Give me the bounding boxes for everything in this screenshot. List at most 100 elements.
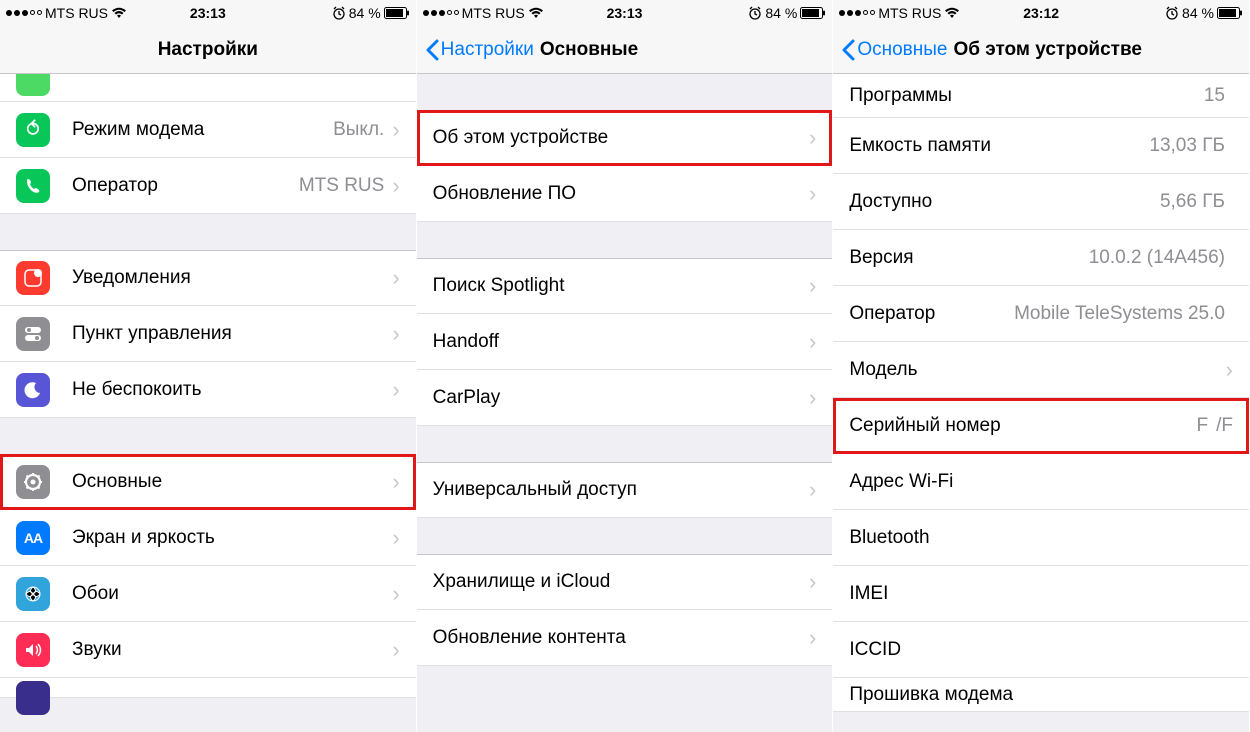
battery-icon [384,7,410,19]
page-title: Основные [540,39,638,61]
row-carrier[interactable]: Оператор Mobile TeleSystems 25.0 [833,286,1249,342]
chevron-right-icon: › [392,175,399,197]
carrier-label: MTS RUS [45,5,108,21]
row-apps[interactable]: Программы 15 [833,74,1249,118]
row-label: Оператор [849,303,1014,325]
chevron-right-icon: › [392,119,399,141]
status-time: 23:12 [1023,5,1059,21]
row-display[interactable]: AA Экран и яркость › [0,510,416,566]
row-label: Уведомления [72,267,392,289]
group-separator [0,214,416,250]
group-separator [417,426,833,462]
about-list[interactable]: Программы 15 Емкость памяти 13,03 ГБ Дос… [833,74,1249,732]
chevron-right-icon: › [392,639,399,661]
row-capacity[interactable]: Емкость памяти 13,03 ГБ [833,118,1249,174]
nav-bar: Настройки Основные [417,26,833,74]
group-separator [417,74,833,110]
alarm-icon [332,6,346,20]
row-sounds[interactable]: Звуки › [0,622,416,678]
row-hotspot[interactable]: ⥀ Режим модема Выкл. › [0,102,416,158]
row-carrier[interactable]: Оператор MTS RUS › [0,158,416,214]
general-list[interactable]: Об этом устройстве › Обновление ПО › Пои… [417,74,833,732]
chevron-left-icon [425,39,439,61]
control-center-icon [16,317,50,351]
row-label: Поиск Spotlight [433,275,809,297]
row-accessibility[interactable]: Универсальный доступ › [417,462,833,518]
row-imei[interactable]: IMEI [833,566,1249,622]
row-handoff[interactable]: Handoff › [417,314,833,370]
group-separator [417,222,833,258]
row-label: Обои [72,583,392,605]
chevron-right-icon: › [1226,359,1233,381]
settings-list[interactable]: ⥀ Режим модема Выкл. › Оператор MTS RUS … [0,74,416,732]
row-label: Режим модема [72,119,333,141]
link-icon [16,74,50,96]
row-label: Handoff [433,331,809,353]
status-time: 23:13 [190,5,226,21]
row-bluetooth[interactable]: Bluetooth [833,510,1249,566]
row-modem-firmware[interactable]: Прошивка модема [833,678,1249,712]
row-about[interactable]: Об этом устройстве › [417,110,833,166]
signal-dots-icon [423,10,459,16]
row-label: Доступно [849,191,1160,213]
row-label: Универсальный доступ [433,479,809,501]
screen-about: MTS RUS 23:12 84 % Основные Об этом устр… [833,0,1250,732]
row-spotlight[interactable]: Поиск Spotlight › [417,258,833,314]
alarm-icon [748,6,762,20]
carrier-label: MTS RUS [462,5,525,21]
battery-icon [1217,7,1243,19]
battery-pct: 84 % [1182,5,1214,21]
status-bar: MTS RUS 23:13 84 % [417,0,833,26]
row-software-update[interactable]: Обновление ПО › [417,166,833,222]
wifi-icon [528,7,544,19]
wallpaper-icon [16,577,50,611]
row-label: Программы [849,85,1204,107]
screen-settings: MTS RUS 23:13 84 % Настройки ⥀ Режим мод… [0,0,417,732]
carrier-label: MTS RUS [878,5,941,21]
row-model[interactable]: Модель › [833,342,1249,398]
row-iccid[interactable]: ICCID [833,622,1249,678]
row-serial[interactable]: Серийный номер F /F [833,398,1249,454]
row-general[interactable]: Основные › [0,454,416,510]
row-label: Оператор [72,175,299,197]
sounds-icon [16,633,50,667]
row-dnd[interactable]: Не беспокоить › [0,362,416,418]
row-value: Выкл. [333,119,384,141]
back-button[interactable]: Основные [841,39,947,61]
row-label: Обновление ПО [433,183,809,205]
row-value: 10.0.2 (14A456) [1089,247,1225,269]
row-control-center[interactable]: Пункт управления › [0,306,416,362]
back-label: Основные [857,39,947,61]
row-label: Звуки [72,639,392,661]
row-available[interactable]: Доступно 5,66 ГБ [833,174,1249,230]
chevron-right-icon: › [392,527,399,549]
row-label: Адрес Wi-Fi [849,471,1225,493]
nav-bar: Основные Об этом устройстве [833,26,1249,74]
alarm-icon [1165,6,1179,20]
row-version[interactable]: Версия 10.0.2 (14A456) [833,230,1249,286]
row-carplay[interactable]: CarPlay › [417,370,833,426]
display-icon: AA [16,521,50,555]
row-label: IMEI [849,583,1225,605]
row-notifications[interactable]: Уведомления › [0,250,416,306]
status-time: 23:13 [607,5,643,21]
hotspot-icon: ⥀ [16,113,50,147]
row-background-refresh[interactable]: Обновление контента › [417,610,833,666]
status-bar: MTS RUS 23:12 84 % [833,0,1249,26]
row-label: ICCID [849,639,1225,661]
back-button[interactable]: Настройки [425,39,534,61]
row-value-2: /F [1216,415,1233,437]
row-storage[interactable]: Хранилище и iCloud › [417,554,833,610]
row-label: Об этом устройстве [433,127,809,149]
chevron-right-icon: › [809,571,816,593]
row-wifi-address[interactable]: Адрес Wi-Fi [833,454,1249,510]
row-wallpaper[interactable]: Обои › [0,566,416,622]
row-label: CarPlay [433,387,809,409]
row-label: Серийный номер [849,415,1196,437]
chevron-right-icon: › [809,387,816,409]
nav-bar: Настройки [0,26,416,74]
row-partial-bottom[interactable] [0,678,416,698]
row-partial-top[interactable] [0,74,416,102]
chevron-right-icon: › [809,627,816,649]
battery-icon [800,7,826,19]
